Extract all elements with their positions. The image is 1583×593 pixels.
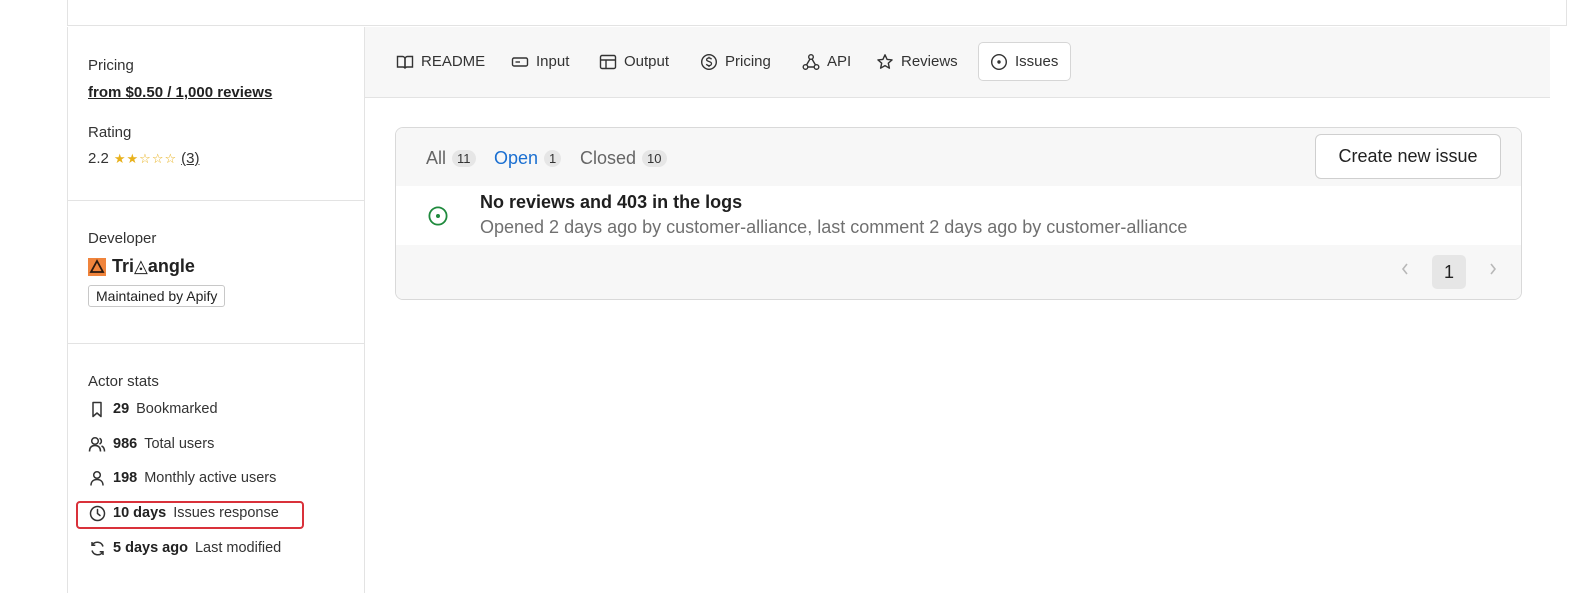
create-issue-button[interactable]: Create new issue [1315,134,1501,179]
divider [68,200,364,201]
tab-bar: README Input Output Pricing API Reviews … [365,27,1550,98]
developer-link[interactable]: Tri◬angle [88,256,225,277]
chevron-right-icon[interactable] [1488,261,1498,282]
stat-label: Total users [144,436,215,452]
filter-count: 1 [544,150,562,167]
issue-icon [990,53,1008,71]
actor-stats-section: Actor stats [88,373,159,390]
users-icon [88,435,106,453]
stat-label: Bookmarked [136,401,218,417]
stat-value: 29 [113,401,130,417]
stat-monthly-users: 198 Monthly active users [88,467,276,489]
star-full-icon: ★ [126,151,139,166]
input-icon [511,54,529,70]
pricing-section: Pricing from $0.50 / 1,000 reviews [88,57,272,101]
filter-all[interactable]: All 11 [426,148,476,169]
user-icon [88,469,106,487]
page-number-button[interactable]: 1 [1432,255,1466,289]
stat-label: Monthly active users [144,470,277,486]
stat-bookmarked: 29 Bookmarked [88,398,218,420]
dollar-icon [700,53,718,71]
tab-label: Reviews [901,53,958,70]
star-empty-icon: ☆ [151,151,164,166]
stat-value: 5 days ago [113,540,188,556]
maintained-badge: Maintained by Apify [88,285,226,307]
developer-name: Tri◬angle [112,256,195,276]
tab-pricing[interactable]: Pricing [689,42,782,81]
tab-label: API [827,53,852,70]
rating-stars: ★ ★ ☆ ☆ ☆ [114,152,176,165]
star-empty-icon: ☆ [139,151,151,166]
developer-logo-icon [88,257,106,276]
tab-readme[interactable]: README [385,42,496,81]
rating-section: Rating 2.2 ★ ★ ☆ ☆ ☆ (3) [88,124,199,167]
tab-label: Output [624,53,670,70]
filter-label: Open [494,148,539,168]
tab-input[interactable]: Input [500,42,580,81]
tab-api[interactable]: API [791,42,862,81]
highlight-box [76,501,304,529]
issues-card-header: All 11 Open 1 Closed 10 Create new issue [396,128,1521,187]
rating-value: 2.2 [88,150,109,167]
tab-output[interactable]: Output [588,42,680,81]
filter-open[interactable]: Open 1 [494,148,562,169]
filter-closed[interactable]: Closed 10 [580,148,667,169]
stat-value: 198 [113,470,138,486]
tab-reviews[interactable]: Reviews [865,42,969,81]
sidebar: Pricing from $0.50 / 1,000 reviews Ratin… [67,27,365,593]
bookmark-icon [88,400,106,418]
table-icon [599,54,617,70]
pricing-label: Pricing [88,57,134,74]
tab-label: README [421,53,486,70]
star-icon [876,53,894,71]
refresh-icon [88,539,106,557]
stat-value: 986 [113,436,138,452]
issue-row[interactable]: No reviews and 403 in the logs Opened 2 … [396,186,1521,245]
filter-label: All [426,148,447,168]
stat-total-users: 986 Total users [88,433,214,455]
tab-label: Input [536,53,570,70]
pricing-link[interactable]: from $0.50 / 1,000 reviews [88,84,272,101]
rating-label: Rating [88,124,132,141]
stat-last-modified: 5 days ago Last modified [88,537,281,559]
open-issue-icon [428,206,448,231]
book-icon [396,54,414,70]
issue-meta: Opened 2 days ago by customer-alliance, … [480,217,1188,237]
chevron-left-icon[interactable] [1400,261,1410,282]
pagination: 1 [396,245,1521,299]
divider [68,343,364,344]
filter-label: Closed [580,148,637,168]
issues-card: All 11 Open 1 Closed 10 Create new issue… [395,127,1522,300]
developer-label: Developer [88,230,157,247]
filter-count: 10 [642,150,667,167]
rating-row: 2.2 ★ ★ ☆ ☆ ☆ (3) [88,150,199,167]
star-full-icon: ★ [113,151,126,166]
tab-issues[interactable]: Issues [978,42,1071,81]
star-empty-icon: ☆ [164,151,177,166]
stat-label: Last modified [194,540,282,556]
rating-count-link[interactable]: (3) [181,150,199,167]
main-content: README Input Output Pricing API Reviews … [365,27,1550,593]
actor-stats-label: Actor stats [88,373,159,390]
issue-title-link[interactable]: No reviews and 403 in the logs [480,192,742,213]
filter-count: 11 [452,150,476,167]
tab-label: Pricing [725,53,771,70]
api-icon [802,53,820,71]
tab-label: Issues [1015,53,1059,70]
developer-section: Developer Tri◬angle Maintained by Apify [88,230,226,307]
top-frame [67,0,1567,26]
